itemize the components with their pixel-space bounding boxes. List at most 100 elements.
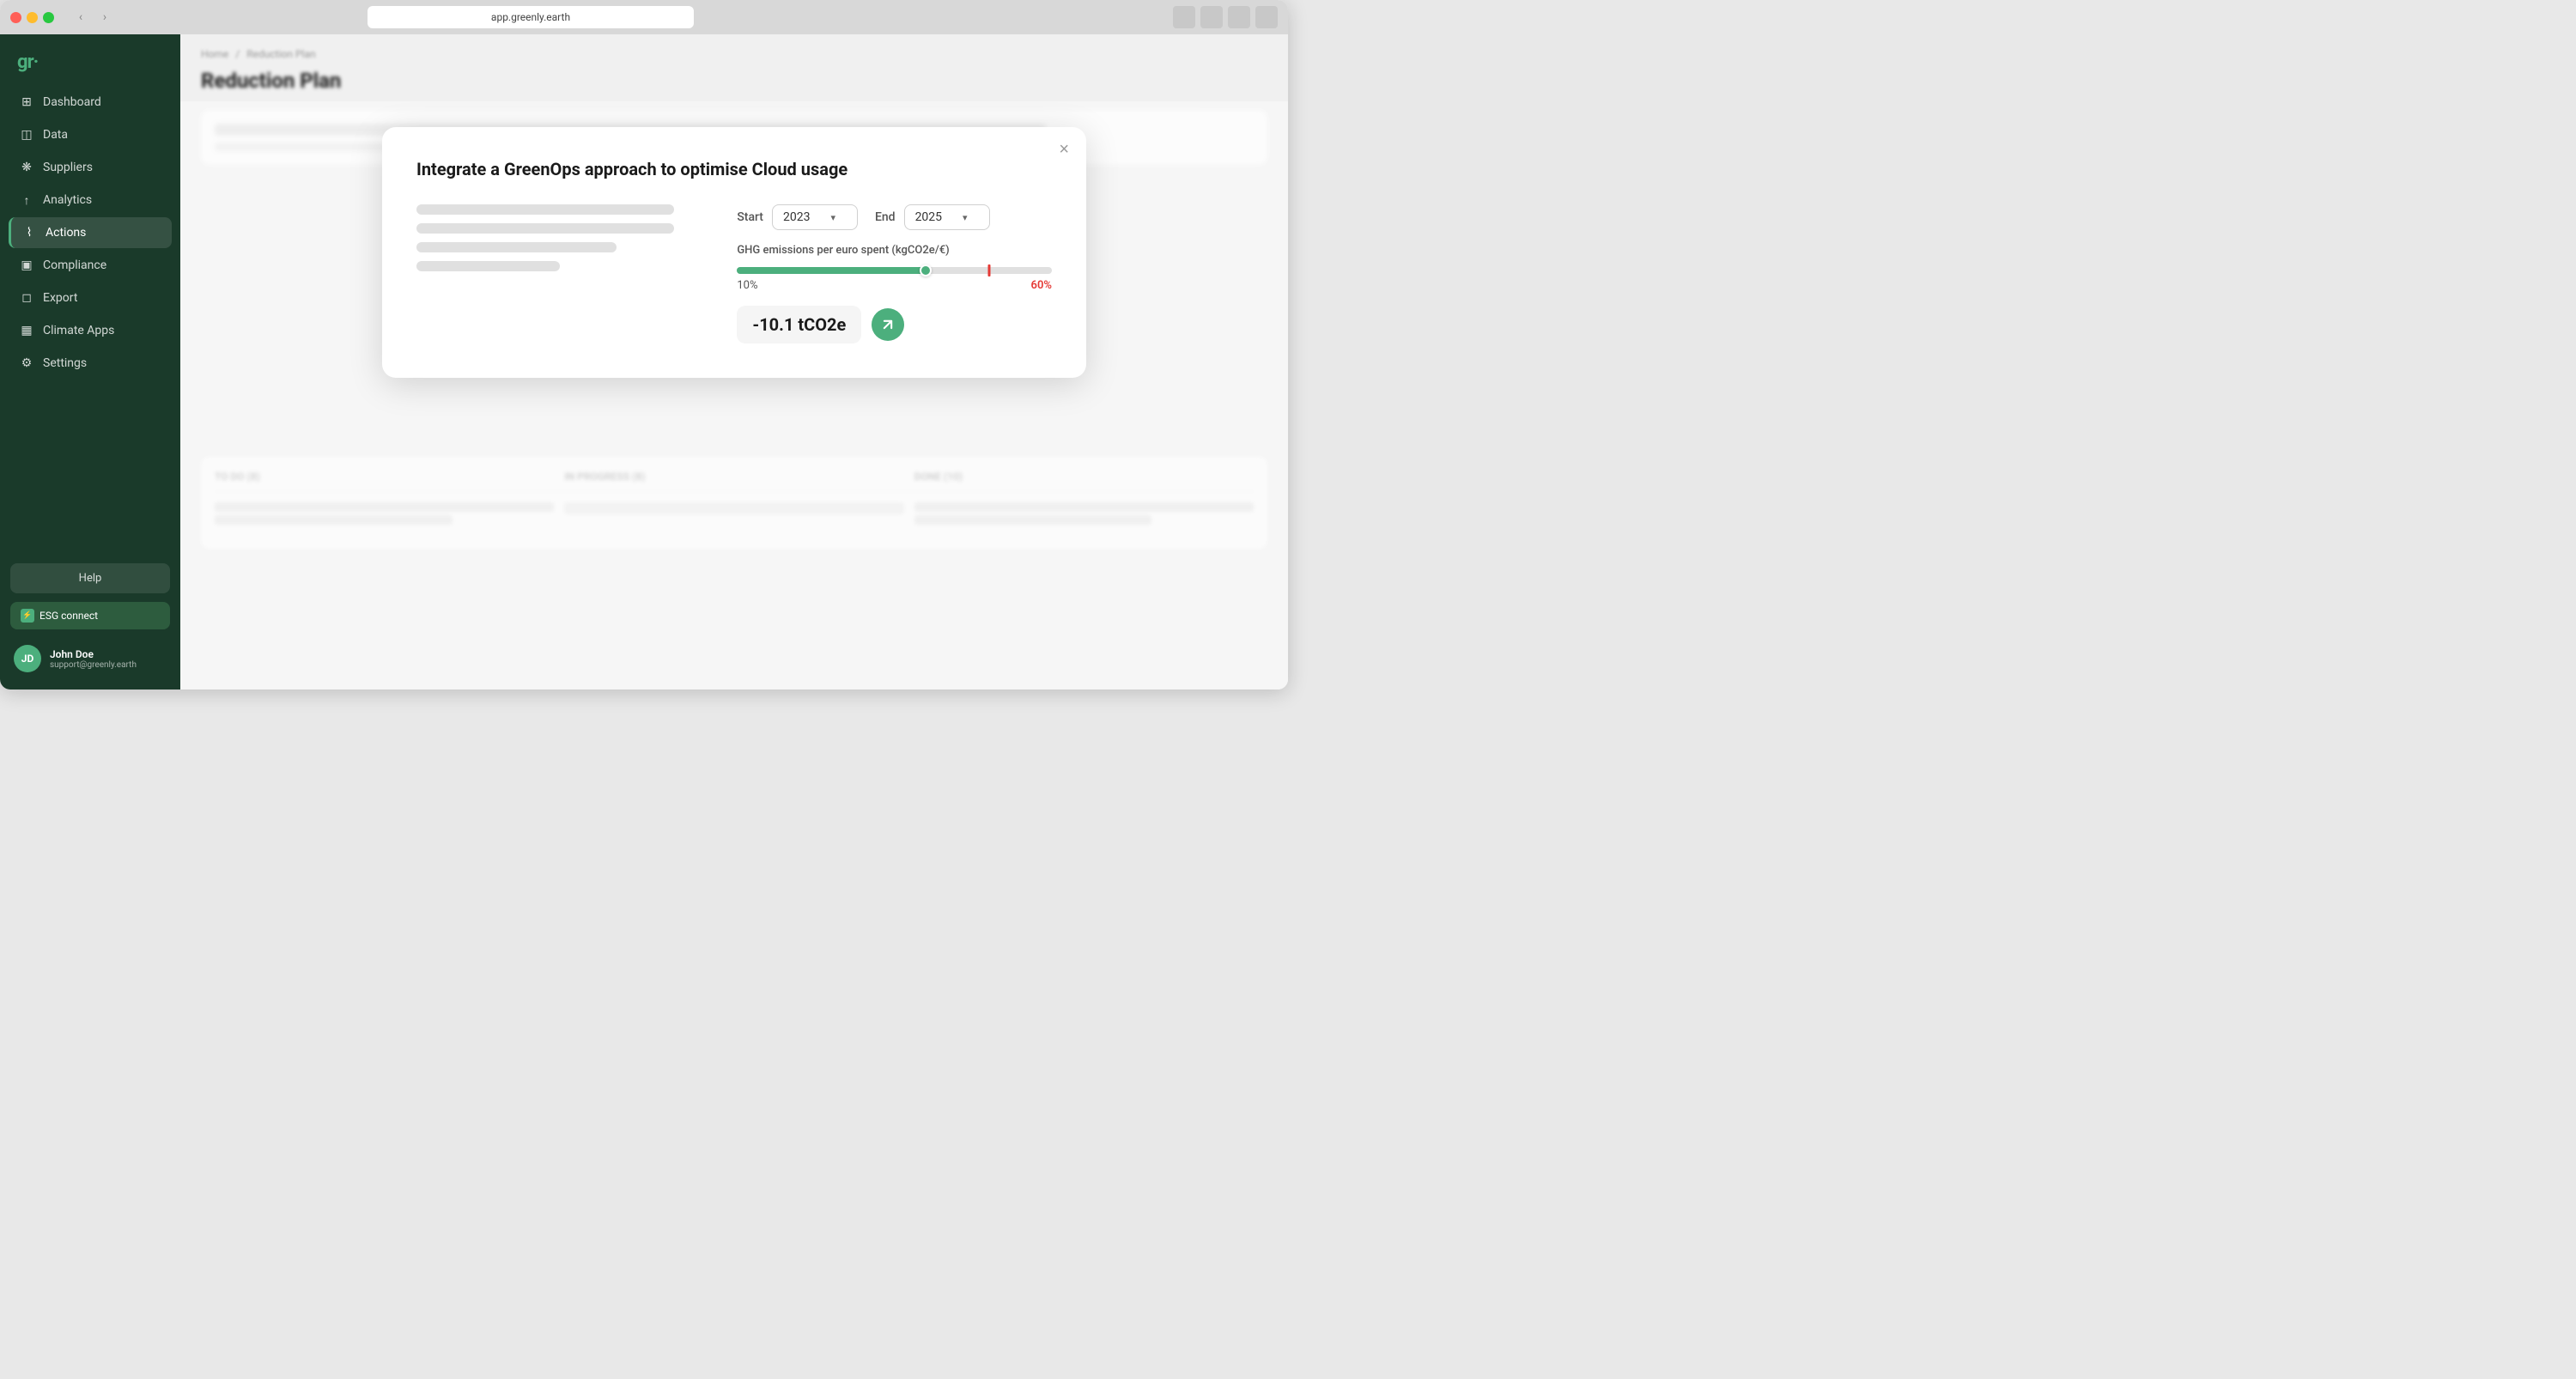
logo-dot: · xyxy=(33,52,39,73)
result-trend-icon xyxy=(872,308,904,341)
logo-text: gr xyxy=(17,52,33,73)
sidebar-bottom: Help ⚡ ESG connect JD John Doe support@g… xyxy=(0,553,180,690)
start-date-select[interactable]: 2023 ▾ xyxy=(772,204,858,230)
sidebar: gr· ⊞ Dashboard ◫ Data ❋ Suppliers ↑ Ana… xyxy=(0,34,180,690)
sidebar-item-climate-apps[interactable]: ▦ Climate Apps xyxy=(9,315,172,346)
sidebar-nav: ⊞ Dashboard ◫ Data ❋ Suppliers ↑ Analyti… xyxy=(0,87,180,553)
export-icon: ◻ xyxy=(19,290,34,306)
sidebar-label-settings: Settings xyxy=(43,356,87,370)
sidebar-label-analytics: Analytics xyxy=(43,193,92,207)
compliance-icon: ▣ xyxy=(19,258,34,273)
modal-left-content xyxy=(416,204,702,343)
address-bar[interactable]: app.greenly.earth xyxy=(368,6,694,28)
suppliers-icon: ❋ xyxy=(19,160,34,175)
sidebar-item-compliance[interactable]: ▣ Compliance xyxy=(9,250,172,281)
sidebar-label-compliance: Compliance xyxy=(43,258,106,272)
analytics-icon: ↑ xyxy=(19,192,34,208)
modal-right-content: Start 2023 ▾ End xyxy=(737,204,1052,343)
slider-marker-red xyxy=(987,264,990,276)
esg-label: ESG connect xyxy=(39,610,98,622)
sidebar-label-suppliers: Suppliers xyxy=(43,161,93,174)
page-header: Home / Reduction Plan Reduction Plan xyxy=(180,34,1288,101)
user-name: John Doe xyxy=(50,648,137,660)
modal-text-line-2 xyxy=(416,223,674,234)
sidebar-item-suppliers[interactable]: ❋ Suppliers xyxy=(9,152,172,183)
browser-toolbar-right xyxy=(1173,6,1278,28)
toolbar-btn-3[interactable] xyxy=(1228,6,1250,28)
slider-labels: 10% 60% xyxy=(737,279,1052,292)
slider-right-label: 60% xyxy=(1031,279,1052,292)
modal-close-button[interactable]: × xyxy=(1059,141,1069,158)
minimize-traffic-light[interactable] xyxy=(27,12,38,23)
date-row: Start 2023 ▾ End xyxy=(737,204,1052,230)
end-date-field: End 2025 ▾ xyxy=(875,204,990,230)
avatar: JD xyxy=(14,645,41,672)
nav-arrows: ‹ › xyxy=(71,8,114,27)
sidebar-item-settings[interactable]: ⚙ Settings xyxy=(9,348,172,379)
slider-left-label: 10% xyxy=(737,279,757,292)
modal-text-line-1 xyxy=(416,204,674,215)
climate-apps-icon: ▦ xyxy=(19,323,34,338)
sidebar-item-actions[interactable]: ⌇ Actions xyxy=(9,217,172,248)
breadcrumb: Home / Reduction Plan xyxy=(201,48,1267,60)
slider-thumb[interactable] xyxy=(920,264,932,276)
start-date-field: Start 2023 ▾ xyxy=(737,204,858,230)
settings-icon: ⚙ xyxy=(19,355,34,371)
close-traffic-light[interactable] xyxy=(10,12,21,23)
slider-container: 10% 60% xyxy=(737,267,1052,292)
end-value: 2025 xyxy=(915,210,942,224)
actions-icon: ⌇ xyxy=(21,225,37,240)
modal-dialog: × Integrate a GreenOps approach to optim… xyxy=(382,127,1086,378)
url-text: app.greenly.earth xyxy=(491,11,570,23)
browser-window: ‹ › app.greenly.earth gr· ⊞ Dashboard xyxy=(0,0,1288,690)
sidebar-label-climate-apps: Climate Apps xyxy=(43,324,114,337)
breadcrumb-reduction-plan: Reduction Plan xyxy=(246,48,315,60)
slider-fill xyxy=(737,267,926,274)
sidebar-label-actions: Actions xyxy=(46,226,86,240)
sidebar-label-export: Export xyxy=(43,291,77,305)
help-button[interactable]: Help xyxy=(10,563,170,593)
toolbar-btn-2[interactable] xyxy=(1200,6,1223,28)
user-email: support@greenly.earth xyxy=(50,660,137,670)
main-content: Home / Reduction Plan Reduction Plan × I… xyxy=(180,34,1288,690)
modal-text-line-3 xyxy=(416,242,617,252)
browser-titlebar: ‹ › app.greenly.earth xyxy=(0,0,1288,34)
app-container: gr· ⊞ Dashboard ◫ Data ❋ Suppliers ↑ Ana… xyxy=(0,34,1288,690)
breadcrumb-sep1: / xyxy=(235,48,240,60)
end-label: End xyxy=(875,210,896,224)
toolbar-btn-4[interactable] xyxy=(1255,6,1278,28)
forward-arrow[interactable]: › xyxy=(95,8,114,27)
esg-connect-button[interactable]: ⚡ ESG connect xyxy=(10,602,170,629)
start-value: 2023 xyxy=(783,210,810,224)
page-title: Reduction Plan xyxy=(201,69,1267,93)
data-icon: ◫ xyxy=(19,127,34,143)
modal-body: Start 2023 ▾ End xyxy=(416,204,1052,343)
dashboard-icon: ⊞ xyxy=(19,94,34,110)
sidebar-item-data[interactable]: ◫ Data xyxy=(9,119,172,150)
sidebar-item-analytics[interactable]: ↑ Analytics xyxy=(9,185,172,216)
esg-icon: ⚡ xyxy=(21,609,34,623)
traffic-lights xyxy=(10,12,54,23)
ghg-label: GHG emissions per euro spent (kgCO2e/€) xyxy=(737,244,1052,257)
start-label: Start xyxy=(737,210,763,224)
breadcrumb-home: Home xyxy=(201,48,228,60)
user-info: John Doe support@greenly.earth xyxy=(50,648,137,670)
help-label: Help xyxy=(79,572,102,585)
end-date-select[interactable]: 2025 ▾ xyxy=(904,204,990,230)
sidebar-label-dashboard: Dashboard xyxy=(43,95,101,109)
modal-title: Integrate a GreenOps approach to optimis… xyxy=(416,158,1052,180)
slider-track[interactable] xyxy=(737,267,1052,274)
modal-overlay: × Integrate a GreenOps approach to optim… xyxy=(180,101,1288,690)
end-chevron-icon: ▾ xyxy=(963,212,968,223)
ghg-section: GHG emissions per euro spent (kgCO2e/€) xyxy=(737,244,1052,343)
content-area: × Integrate a GreenOps approach to optim… xyxy=(180,101,1288,690)
toolbar-btn-1[interactable] xyxy=(1173,6,1195,28)
start-chevron-icon: ▾ xyxy=(830,212,835,223)
maximize-traffic-light[interactable] xyxy=(43,12,54,23)
sidebar-item-dashboard[interactable]: ⊞ Dashboard xyxy=(9,87,172,118)
result-box: -10.1 tCO2e xyxy=(737,306,1052,343)
sidebar-item-export[interactable]: ◻ Export xyxy=(9,282,172,313)
user-profile[interactable]: JD John Doe support@greenly.earth xyxy=(10,638,170,679)
modal-text-line-4 xyxy=(416,261,560,271)
back-arrow[interactable]: ‹ xyxy=(71,8,90,27)
